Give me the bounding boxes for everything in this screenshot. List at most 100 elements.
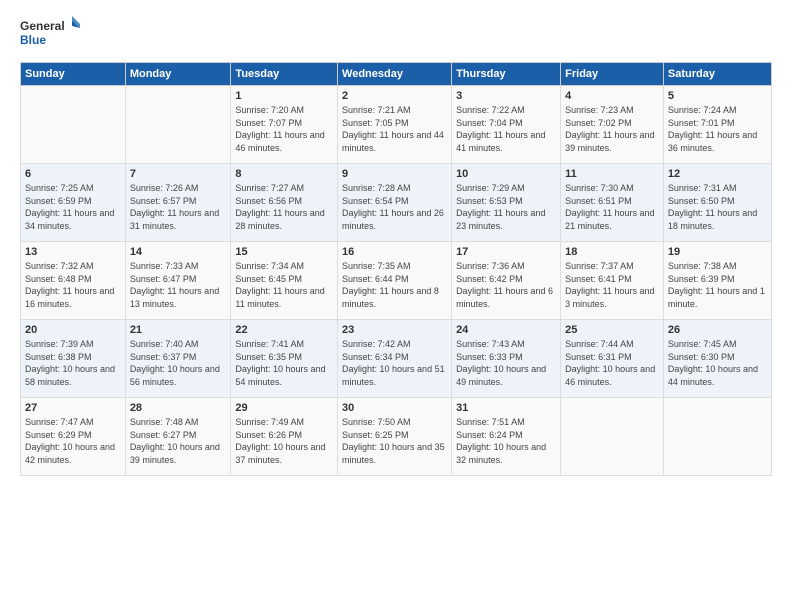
calendar-cell: [21, 86, 126, 164]
day-details: Sunrise: 7:38 AMSunset: 6:39 PMDaylight:…: [668, 260, 767, 310]
header-cell: Saturday: [663, 63, 771, 86]
calendar-cell: 14Sunrise: 7:33 AMSunset: 6:47 PMDayligh…: [125, 242, 231, 320]
calendar-cell: 25 Sunrise: 7:44 AMSunset: 6:31 PMDayligh…: [561, 320, 664, 398]
calendar-cell: 3 Sunrise: 7:22 AMSunset: 7:04 PMDaylight…: [452, 86, 561, 164]
day-number: 8: [235, 168, 333, 180]
calendar-row: 1 Sunrise: 7:20 AMSunset: 7:07 PMDaylight…: [21, 86, 772, 164]
day-number: 21: [130, 324, 227, 336]
header-row: SundayMondayTuesdayWednesdayThursdayFrid…: [21, 63, 772, 86]
header-cell: Sunday: [21, 63, 126, 86]
day-number: 12: [668, 168, 767, 180]
day-number: 24: [456, 324, 556, 336]
calendar-cell: 17 Sunrise: 7:36 AMSunset: 6:42 PMDayligh…: [452, 242, 561, 320]
day-details: Sunrise: 7:28 AMSunset: 6:54 PMDaylight:…: [342, 182, 447, 232]
calendar-cell: 24 Sunrise: 7:43 AMSunset: 6:33 PMDayligh…: [452, 320, 561, 398]
header-cell: Wednesday: [338, 63, 452, 86]
day-details: Sunrise: 7:36 AMSunset: 6:42 PMDaylight:…: [456, 260, 556, 310]
calendar-cell: 31 Sunrise: 7:51 AMSunset: 6:24 PMDayligh…: [452, 398, 561, 476]
header-cell: Friday: [561, 63, 664, 86]
day-details: Sunrise: 7:51 AMSunset: 6:24 PMDaylight:…: [456, 416, 556, 466]
day-number: 1: [235, 90, 333, 102]
calendar-cell: 5Sunrise: 7:24 AMSunset: 7:01 PMDaylight…: [663, 86, 771, 164]
day-number: 18: [565, 246, 659, 258]
calendar-cell: 1 Sunrise: 7:20 AMSunset: 7:07 PMDaylight…: [231, 86, 338, 164]
day-number: 17: [456, 246, 556, 258]
day-details: Sunrise: 7:23 AMSunset: 7:02 PMDaylight:…: [565, 104, 659, 154]
day-number: 15: [235, 246, 333, 258]
day-number: 2: [342, 90, 447, 102]
calendar-cell: 29Sunrise: 7:49 AMSunset: 6:26 PMDayligh…: [231, 398, 338, 476]
day-number: 19: [668, 246, 767, 258]
calendar-cell: 2 Sunrise: 7:21 AMSunset: 7:05 PMDaylight…: [338, 86, 452, 164]
calendar-cell: 8 Sunrise: 7:27 AMSunset: 6:56 PMDaylight…: [231, 164, 338, 242]
calendar-row: 20Sunrise: 7:39 AMSunset: 6:38 PMDayligh…: [21, 320, 772, 398]
day-details: Sunrise: 7:31 AMSunset: 6:50 PMDaylight:…: [668, 182, 767, 232]
day-number: 3: [456, 90, 556, 102]
calendar-header: SundayMondayTuesdayWednesdayThursdayFrid…: [21, 63, 772, 86]
day-details: Sunrise: 7:41 AMSunset: 6:35 PMDaylight:…: [235, 338, 333, 388]
day-details: Sunrise: 7:34 AMSunset: 6:45 PMDaylight:…: [235, 260, 333, 310]
calendar-cell: 19 Sunrise: 7:38 AMSunset: 6:39 PMDayligh…: [663, 242, 771, 320]
day-details: Sunrise: 7:29 AMSunset: 6:53 PMDaylight:…: [456, 182, 556, 232]
day-details: Sunrise: 7:49 AMSunset: 6:26 PMDaylight:…: [235, 416, 333, 466]
day-number: 28: [130, 402, 227, 414]
day-number: 23: [342, 324, 447, 336]
day-details: Sunrise: 7:48 AMSunset: 6:27 PMDaylight:…: [130, 416, 227, 466]
calendar-cell: 16 Sunrise: 7:35 AMSunset: 6:44 PMDayligh…: [338, 242, 452, 320]
day-number: 22: [235, 324, 333, 336]
day-details: Sunrise: 7:39 AMSunset: 6:38 PMDaylight:…: [25, 338, 121, 388]
svg-text:General: General: [20, 19, 65, 33]
day-number: 16: [342, 246, 447, 258]
day-details: Sunrise: 7:25 AMSunset: 6:59 PMDaylight:…: [25, 182, 121, 232]
day-number: 10: [456, 168, 556, 180]
calendar-cell: [561, 398, 664, 476]
calendar-cell: 28 Sunrise: 7:48 AMSunset: 6:27 PMDayligh…: [125, 398, 231, 476]
day-number: 25: [565, 324, 659, 336]
day-details: Sunrise: 7:42 AMSunset: 6:34 PMDaylight:…: [342, 338, 447, 388]
calendar-body: 1 Sunrise: 7:20 AMSunset: 7:07 PMDaylight…: [21, 86, 772, 476]
day-number: 4: [565, 90, 659, 102]
day-number: 30: [342, 402, 447, 414]
calendar-cell: 4 Sunrise: 7:23 AMSunset: 7:02 PMDaylight…: [561, 86, 664, 164]
header-cell: Tuesday: [231, 63, 338, 86]
day-number: 7: [130, 168, 227, 180]
day-details: Sunrise: 7:45 AMSunset: 6:30 PMDaylight:…: [668, 338, 767, 388]
day-details: Sunrise: 7:27 AMSunset: 6:56 PMDaylight:…: [235, 182, 333, 232]
day-number: 9: [342, 168, 447, 180]
svg-text:Blue: Blue: [20, 33, 46, 47]
page: General Blue SundayMondayTuesdayWednesda…: [0, 0, 792, 486]
day-details: Sunrise: 7:22 AMSunset: 7:04 PMDaylight:…: [456, 104, 556, 154]
calendar-cell: 7 Sunrise: 7:26 AMSunset: 6:57 PMDaylight…: [125, 164, 231, 242]
calendar-cell: 6 Sunrise: 7:25 AMSunset: 6:59 PMDaylight…: [21, 164, 126, 242]
calendar-cell: [125, 86, 231, 164]
logo: General Blue: [20, 16, 80, 52]
day-details: Sunrise: 7:43 AMSunset: 6:33 PMDaylight:…: [456, 338, 556, 388]
day-details: Sunrise: 7:35 AMSunset: 6:44 PMDaylight:…: [342, 260, 447, 310]
day-details: Sunrise: 7:32 AMSunset: 6:48 PMDaylight:…: [25, 260, 121, 310]
day-details: Sunrise: 7:50 AMSunset: 6:25 PMDaylight:…: [342, 416, 447, 466]
day-details: Sunrise: 7:26 AMSunset: 6:57 PMDaylight:…: [130, 182, 227, 232]
calendar-cell: 21 Sunrise: 7:40 AMSunset: 6:37 PMDayligh…: [125, 320, 231, 398]
calendar-cell: 26 Sunrise: 7:45 AMSunset: 6:30 PMDayligh…: [663, 320, 771, 398]
header-cell: Thursday: [452, 63, 561, 86]
calendar-row: 13 Sunrise: 7:32 AMSunset: 6:48 PMDayligh…: [21, 242, 772, 320]
day-details: Sunrise: 7:21 AMSunset: 7:05 PMDaylight:…: [342, 104, 447, 154]
day-details: Sunrise: 7:33 AMSunset: 6:47 PMDaylight:…: [130, 260, 227, 310]
day-number: 6: [25, 168, 121, 180]
logo-svg: General Blue: [20, 16, 80, 52]
calendar-cell: [663, 398, 771, 476]
day-number: 31: [456, 402, 556, 414]
day-number: 13: [25, 246, 121, 258]
calendar-cell: 18Sunrise: 7:37 AMSunset: 6:41 PMDayligh…: [561, 242, 664, 320]
calendar-cell: 22 Sunrise: 7:41 AMSunset: 6:35 PMDayligh…: [231, 320, 338, 398]
calendar-cell: 13 Sunrise: 7:32 AMSunset: 6:48 PMDayligh…: [21, 242, 126, 320]
day-details: Sunrise: 7:30 AMSunset: 6:51 PMDaylight:…: [565, 182, 659, 232]
day-details: Sunrise: 7:20 AMSunset: 7:07 PMDaylight:…: [235, 104, 333, 154]
day-details: Sunrise: 7:24 AMSunset: 7:01 PMDaylight:…: [668, 104, 767, 154]
calendar-cell: 10 Sunrise: 7:29 AMSunset: 6:53 PMDayligh…: [452, 164, 561, 242]
calendar-cell: 23 Sunrise: 7:42 AMSunset: 6:34 PMDayligh…: [338, 320, 452, 398]
calendar-cell: 20Sunrise: 7:39 AMSunset: 6:38 PMDayligh…: [21, 320, 126, 398]
day-number: 26: [668, 324, 767, 336]
day-details: Sunrise: 7:40 AMSunset: 6:37 PMDaylight:…: [130, 338, 227, 388]
day-details: Sunrise: 7:44 AMSunset: 6:31 PMDaylight:…: [565, 338, 659, 388]
